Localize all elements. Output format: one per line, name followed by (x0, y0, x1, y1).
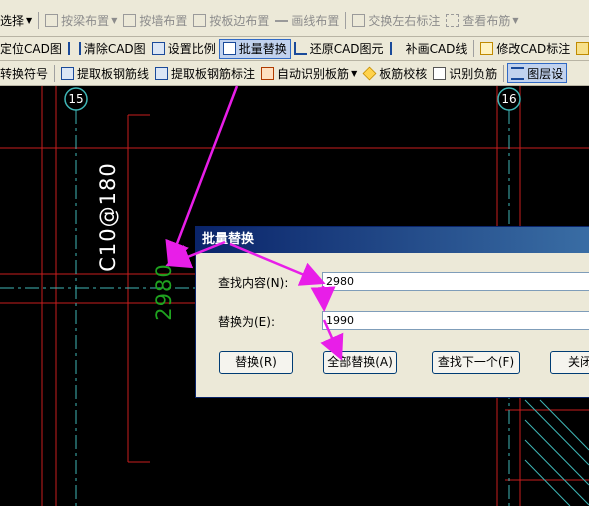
place-by-slab-edge-button[interactable]: 按板边布置 (190, 10, 272, 30)
select-dropdown[interactable]: 选择 ▼ (0, 10, 35, 30)
toolbar-row-1: 选择 ▼ 按梁布置 ▼ 按墙布置 按板边布置 画线布置 交换左右标注 查看布筋 (0, 4, 589, 37)
view-rebar-button[interactable]: 查看布筋 ▼ (443, 10, 521, 30)
check-icon (362, 66, 377, 80)
axis-label-15: 15 (68, 92, 84, 106)
beam-icon (45, 13, 59, 27)
negative-rebar-icon (433, 66, 447, 80)
toolbar-separator (54, 64, 56, 82)
layer-settings-button[interactable]: 图层设 (507, 63, 568, 83)
find-content-label: 查找内容(N): (218, 276, 289, 290)
find-content-input[interactable]: 2980 (322, 272, 589, 291)
chevron-down-icon: ▼ (26, 15, 33, 25)
edit-cad-annotation-label: 修改CAD标注 (496, 42, 571, 56)
batch-replace-dialog: 批量替换 查找内容(N): 2980 替换为(E): 1990 替换(R) 全部… (195, 226, 589, 398)
extract-slab-rebar-line-button[interactable]: 提取板钢筋线 (58, 63, 152, 83)
locate-cad-label: 定位CAD图 (0, 42, 62, 56)
replace-with-input[interactable]: 1990 (322, 311, 589, 330)
convert-symbol-button[interactable]: 转换符号 (0, 63, 51, 83)
auto-recognize-slab-rebar-button[interactable]: 自动识别板筋 ▼ (258, 63, 360, 83)
place-by-wall-label: 按墙布置 (139, 13, 188, 28)
clear-cad-icon (67, 42, 81, 55)
select-label: 选择 (0, 13, 25, 28)
rebar-spec-label[interactable]: C10@180 (96, 147, 120, 287)
set-scale-label: 设置比例 (167, 42, 216, 56)
restore-icon (293, 42, 307, 55)
chevron-down-icon: ▼ (512, 15, 519, 25)
toolbar-row-3: 转换符号 提取板钢筋线 提取板钢筋标注 自动识别板筋 ▼ 板筋校核 识别负筋 图… (0, 61, 589, 86)
layer-icon (511, 66, 525, 80)
recognize-negative-rebar-button[interactable]: 识别负筋 (430, 63, 500, 83)
batch-replace-label: 批量替换 (238, 42, 287, 56)
draw-cad-line-label: 补画CAD线 (405, 42, 468, 56)
swap-annotation-button[interactable]: 交换左右标注 (349, 10, 443, 30)
axis-label-16: 16 (501, 92, 517, 106)
toolbar-separator (473, 40, 475, 57)
clear-cad-button[interactable]: 清除CAD图 (65, 39, 149, 59)
locate-cad-button[interactable]: 定位CAD图 (0, 39, 65, 59)
place-by-beam-label: 按梁布置 (61, 13, 110, 28)
chevron-down-icon: ▼ (351, 68, 358, 78)
set-scale-button[interactable]: 设置比例 (149, 39, 219, 59)
restore-cad-button[interactable]: 还原CAD图元 (291, 39, 387, 59)
extract-slab-rebar-annotation-label: 提取板钢筋标注 (171, 66, 256, 81)
toolbar-separator (345, 11, 347, 29)
document-icon (576, 42, 589, 55)
auto-recognize-slab-rebar-label: 自动识别板筋 (277, 66, 350, 81)
slab-rebar-check-button[interactable]: 板筋校核 (360, 63, 430, 83)
draw-line-place-label: 画线布置 (291, 13, 340, 28)
place-by-slab-edge-label: 按板边布置 (209, 13, 270, 28)
extract-slab-rebar-annotation-button[interactable]: 提取板钢筋标注 (152, 63, 258, 83)
wall-icon (123, 13, 137, 27)
draw-cad-line-button[interactable]: 补画CAD线 (387, 39, 471, 59)
place-by-wall-button[interactable]: 按墙布置 (120, 10, 190, 30)
edit-cad-annotation-button[interactable]: 修改CAD标注 (477, 39, 573, 59)
chevron-down-icon: ▼ (111, 15, 118, 25)
restore-cad-label: 还原CAD图元 (309, 42, 384, 56)
slab-rebar-check-label: 板筋校核 (379, 66, 428, 81)
rebar-length-label[interactable]: 2980 (152, 252, 176, 332)
extract-line-icon (61, 66, 75, 80)
replace-button[interactable]: 替换(R) (219, 351, 293, 374)
replace-all-button[interactable]: 全部替换(A) (323, 351, 397, 374)
auto-recognize-icon (261, 66, 275, 80)
toolbar-separator (503, 64, 505, 82)
view-rebar-label: 查看布筋 (462, 13, 511, 28)
batch-replace-icon (222, 42, 236, 55)
extract-annotation-icon (155, 66, 169, 80)
edit-annotation-icon (480, 42, 494, 55)
draw-cad-line-icon (389, 42, 403, 55)
slab-edge-icon (193, 13, 207, 27)
convert-symbol-label: 转换符号 (0, 66, 49, 81)
clear-cad-label: 清除CAD图 (83, 42, 146, 56)
layer-settings-label: 图层设 (527, 66, 564, 81)
place-by-beam-button[interactable]: 按梁布置 ▼ (42, 10, 120, 30)
recognize-negative-rebar-label: 识别负筋 (449, 66, 498, 81)
more-tool-button[interactable] (573, 39, 589, 59)
draw-line-place-button[interactable]: 画线布置 (272, 10, 342, 30)
swap-annotation-label: 交换左右标注 (368, 13, 441, 28)
close-button[interactable]: 关闭 (550, 351, 589, 374)
batch-replace-button[interactable]: 批量替换 (218, 38, 291, 59)
replace-with-label: 替换为(E): (218, 315, 275, 329)
dialog-title[interactable]: 批量替换 (196, 227, 589, 253)
toolbar-separator (38, 11, 40, 29)
line-icon (275, 19, 289, 27)
extract-slab-rebar-line-label: 提取板钢筋线 (77, 66, 150, 81)
swap-icon (352, 13, 366, 27)
find-next-button[interactable]: 查找下一个(F) (432, 351, 520, 374)
scale-icon (151, 42, 165, 55)
toolbar-row-2: 定位CAD图 清除CAD图 设置比例 批量替换 还原CAD图元 补画CAD线 修… (0, 37, 589, 61)
view-rebar-icon (446, 13, 460, 27)
